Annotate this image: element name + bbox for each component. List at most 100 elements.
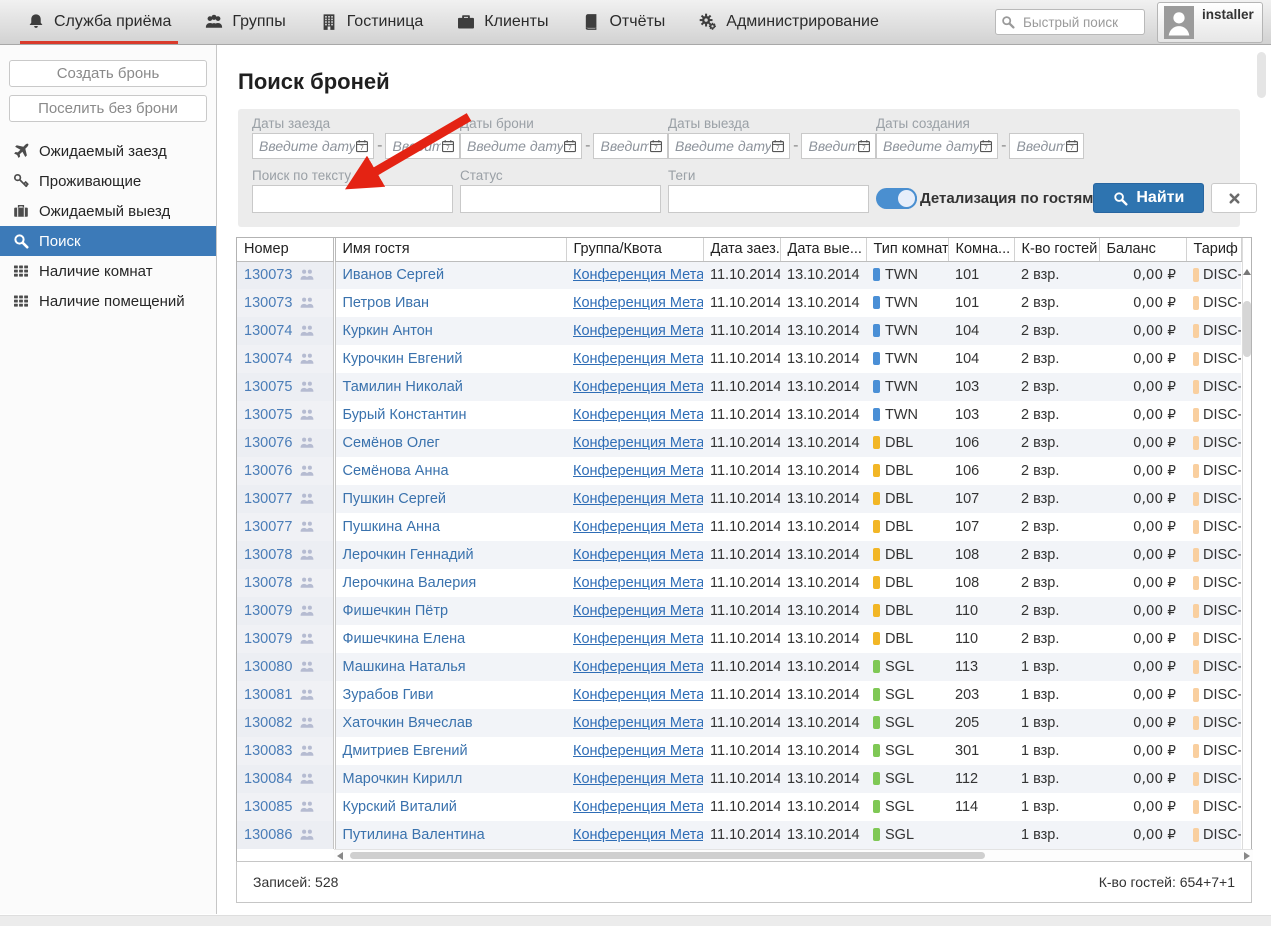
table-row[interactable]: 130081 Зурабов Гиви Конференция Металлу … (237, 681, 1241, 709)
table-row[interactable]: 130078 Лерочкина Валерия Конференция Мет… (237, 569, 1241, 597)
guest-name-link[interactable]: Петров Иван (343, 295, 430, 311)
booking-number-link[interactable]: 130082 (244, 715, 292, 731)
group-quota-link[interactable]: Конференция Металлу (573, 715, 703, 731)
user-menu-button[interactable]: installer (1157, 2, 1263, 43)
guest-name-link[interactable]: Лерочкина Валерия (343, 575, 477, 591)
booking-dates-from-input[interactable] (467, 138, 563, 154)
scroll-left-arrow[interactable] (337, 852, 343, 860)
booking-number-link[interactable]: 130078 (244, 575, 292, 591)
booking-number-link[interactable]: 130080 (244, 659, 292, 675)
guest-name-link[interactable]: Фишечкин Пётр (343, 603, 449, 619)
table-row[interactable]: 130079 Фишечкина Елена Конференция Метал… (237, 625, 1241, 653)
booking-number-link[interactable]: 130079 (244, 631, 292, 647)
booking-number-link[interactable]: 130073 (244, 295, 292, 311)
horizontal-scrollbar-thumb[interactable] (350, 852, 985, 859)
guest-name-link[interactable]: Тамилин Николай (343, 379, 463, 395)
guest-name-link[interactable]: Фишечкина Елена (343, 631, 466, 647)
column-header[interactable]: Тариф (1186, 238, 1241, 261)
group-quota-link[interactable]: Конференция Металлу (573, 407, 703, 423)
nav-item-front-desk[interactable]: Служба приёма (10, 0, 188, 44)
column-header[interactable]: Дата вые... (780, 238, 866, 261)
table-row[interactable]: 130076 Семёнова Анна Конференция Металлу… (237, 457, 1241, 485)
booking-number-link[interactable]: 130078 (244, 547, 292, 563)
booking-number-link[interactable]: 130075 (244, 379, 292, 395)
group-quota-link[interactable]: Конференция Металлу (573, 771, 703, 787)
guest-name-link[interactable]: Машкина Наталья (343, 659, 466, 675)
group-quota-link[interactable]: Конференция Металлу (573, 351, 703, 367)
checkin-without-booking-button[interactable]: Поселить без брони (9, 95, 207, 122)
nav-item-groups[interactable]: Группы (188, 0, 302, 44)
booking-number-link[interactable]: 130076 (244, 463, 292, 479)
guest-name-link[interactable]: Куркин Антон (343, 323, 433, 339)
table-row[interactable]: 130078 Лерочкин Геннадий Конференция Мет… (237, 541, 1241, 569)
column-header[interactable]: Баланс (1099, 238, 1186, 261)
group-quota-link[interactable]: Конференция Металлу (573, 827, 703, 843)
table-row[interactable]: 130076 Семёнов Олег Конференция Металлу … (237, 429, 1241, 457)
column-header[interactable]: Комна... (948, 238, 1014, 261)
guest-name-link[interactable]: Дмитриев Евгений (343, 743, 468, 759)
table-row[interactable]: 130079 Фишечкин Пётр Конференция Металлу… (237, 597, 1241, 625)
booking-number-link[interactable]: 130084 (244, 771, 292, 787)
guest-detail-toggle[interactable] (876, 188, 917, 209)
guest-name-link[interactable]: Курочкин Евгений (343, 351, 463, 367)
column-header[interactable]: Номер (237, 238, 334, 261)
guest-name-link[interactable]: Зурабов Гиви (343, 687, 434, 703)
vertical-scrollbar-thumb[interactable] (1243, 301, 1251, 357)
sidebar-item-in-house[interactable]: Проживающие (0, 166, 216, 196)
table-row[interactable]: 130074 Куркин Антон Конференция Металлу … (237, 317, 1241, 345)
guest-name-link[interactable]: Марочкин Кирилл (343, 771, 463, 787)
table-row[interactable]: 130082 Хаточкин Вячеслав Конференция Мет… (237, 709, 1241, 737)
booking-number-link[interactable]: 130085 (244, 799, 292, 815)
booking-number-link[interactable]: 130079 (244, 603, 292, 619)
creation-dates-from-input[interactable] (883, 138, 979, 154)
group-quota-link[interactable]: Конференция Металлу (573, 631, 703, 647)
nav-item-hotel[interactable]: Гостиница (303, 0, 441, 44)
departure-dates-to-input[interactable] (808, 138, 857, 154)
sidebar-item-room-availability[interactable]: Наличие комнат (0, 256, 216, 286)
group-quota-link[interactable]: Конференция Металлу (573, 603, 703, 619)
table-row[interactable]: 130077 Пушкина Анна Конференция Металлу … (237, 513, 1241, 541)
guest-name-link[interactable]: Хаточкин Вячеслав (343, 715, 473, 731)
guest-name-link[interactable]: Курский Виталий (343, 799, 457, 815)
guest-name-link[interactable]: Пушкина Анна (343, 519, 441, 535)
booking-number-link[interactable]: 130086 (244, 827, 292, 843)
group-quota-link[interactable]: Конференция Металлу (573, 575, 703, 591)
guest-name-link[interactable]: Семёнов Олег (343, 435, 440, 451)
table-row[interactable]: 130075 Тамилин Николай Конференция Метал… (237, 373, 1241, 401)
table-row[interactable]: 130085 Курский Виталий Конференция Метал… (237, 793, 1241, 821)
booking-number-link[interactable]: 130074 (244, 351, 292, 367)
column-header[interactable]: Дата заез... (703, 238, 780, 261)
group-quota-link[interactable]: Конференция Металлу (573, 799, 703, 815)
column-header[interactable]: Имя гостя (334, 238, 566, 261)
booking-number-link[interactable]: 130077 (244, 491, 292, 507)
group-quota-link[interactable]: Конференция Металлу (573, 687, 703, 703)
group-quota-link[interactable]: Конференция Металлу (573, 295, 703, 311)
sidebar-item-space-availability[interactable]: Наличие помещений (0, 286, 216, 316)
guest-name-link[interactable]: Иванов Сергей (343, 267, 445, 283)
sidebar-item-search[interactable]: Поиск (0, 226, 216, 256)
group-quota-link[interactable]: Конференция Металлу (573, 379, 703, 395)
create-booking-button[interactable]: Создать бронь (9, 60, 207, 87)
column-header[interactable]: Тип комнаты (866, 238, 948, 261)
booking-number-link[interactable]: 130081 (244, 687, 292, 703)
table-row[interactable]: 130073 Петров Иван Конференция Металлу 1… (237, 289, 1241, 317)
find-button[interactable]: Найти (1093, 183, 1204, 213)
horizontal-scrollbar[interactable] (334, 849, 1253, 861)
booking-dates-to-input[interactable] (600, 138, 649, 154)
group-quota-link[interactable]: Конференция Металлу (573, 491, 703, 507)
column-header[interactable]: К-во гостей (1014, 238, 1099, 261)
group-quota-link[interactable]: Конференция Металлу (573, 463, 703, 479)
nav-item-administration[interactable]: Администрирование (682, 0, 896, 44)
clear-button[interactable] (1211, 183, 1257, 213)
booking-number-link[interactable]: 130073 (244, 267, 292, 283)
quick-search-input[interactable] (995, 9, 1145, 35)
scroll-up-arrow[interactable] (1243, 269, 1251, 275)
table-row[interactable]: 130080 Машкина Наталья Конференция Метал… (237, 653, 1241, 681)
group-quota-link[interactable]: Конференция Металлу (573, 659, 703, 675)
booking-number-link[interactable]: 130075 (244, 407, 292, 423)
guest-name-link[interactable]: Семёнова Анна (343, 463, 449, 479)
guest-name-link[interactable]: Путилина Валентина (343, 827, 485, 843)
group-quota-link[interactable]: Конференция Металлу (573, 435, 703, 451)
group-quota-link[interactable]: Конференция Металлу (573, 743, 703, 759)
column-header[interactable]: Группа/Квота (566, 238, 703, 261)
